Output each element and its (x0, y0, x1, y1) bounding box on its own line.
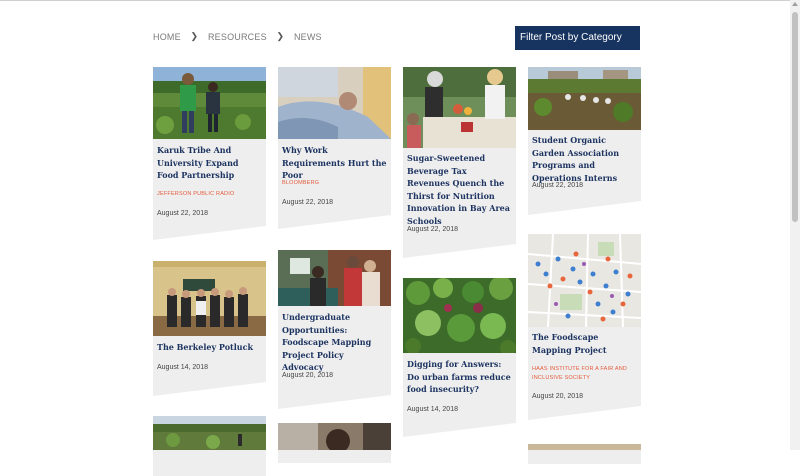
post-card[interactable] (153, 416, 266, 476)
post-card[interactable]: Student Organic Garden Association Progr… (528, 67, 641, 215)
post-card[interactable]: Why Work Requirements Hurt the Poor BLOO… (278, 67, 391, 229)
post-card[interactable]: The Berkeley Potluck August 14, 2018 (153, 261, 266, 396)
post-date: August 22, 2018 (407, 226, 458, 233)
post-title[interactable]: The Foodscape Mapping Project (532, 331, 637, 356)
post-date: August 14, 2018 (157, 364, 208, 371)
post-title[interactable]: Undergraduate Opportunities: Foodscape M… (282, 311, 387, 374)
chevron-right-icon: ❯ (276, 31, 285, 42)
post-image (278, 67, 391, 139)
post-source: JEFFERSON PUBLIC RADIO (157, 191, 235, 197)
post-date: August 22, 2018 (282, 199, 333, 206)
post-title[interactable]: Sugar-Sweetened Beverage Tax Revenues Qu… (407, 152, 512, 227)
breadcrumb: HOME ❯ RESOURCES ❯ NEWS (153, 31, 322, 42)
top-border (0, 0, 800, 1)
post-title[interactable]: Student Organic Garden Association Progr… (532, 134, 637, 184)
post-title[interactable]: Digging for Answers: Do urban farms redu… (407, 358, 512, 396)
post-title[interactable]: Karuk Tribe And University Expand Food P… (157, 144, 262, 182)
post-title[interactable]: The Berkeley Potluck (157, 341, 262, 354)
scrollbar-thumb[interactable] (792, 12, 798, 222)
post-title[interactable]: Why Work Requirements Hurt the Poor (282, 144, 387, 182)
post-image (153, 261, 266, 336)
post-card[interactable]: Digging for Answers: Do urban farms redu… (403, 278, 516, 437)
post-date: August 20, 2018 (532, 393, 583, 400)
breadcrumb-home[interactable]: HOME (153, 32, 181, 42)
post-image (528, 234, 641, 327)
post-image (153, 67, 266, 139)
post-image (278, 423, 391, 450)
post-card[interactable]: Sugar-Sweetened Beverage Tax Revenues Qu… (403, 67, 516, 258)
breadcrumb-news: NEWS (293, 31, 322, 42)
post-card[interactable]: The Foodscape Mapping Project HAAS INSTI… (528, 234, 641, 420)
post-card[interactable] (278, 423, 391, 463)
post-source: HAAS INSTITUTE FOR A FAIR AND INCLUSIVE … (532, 366, 628, 381)
post-card[interactable]: Undergraduate Opportunities: Foodscape M… (278, 250, 391, 409)
post-date: August 22, 2018 (157, 210, 208, 217)
post-image (528, 444, 641, 450)
breadcrumb-resources[interactable]: RESOURCES (208, 32, 267, 42)
chevron-right-icon: ❯ (190, 31, 199, 42)
scroll-up-icon[interactable] (792, 2, 798, 6)
post-image (403, 67, 516, 148)
post-card[interactable] (528, 444, 641, 464)
post-date: August 22, 2018 (532, 182, 583, 189)
post-source: BLOOMBERG (282, 180, 320, 186)
post-image (153, 416, 266, 450)
filter-category-button[interactable]: Filter Post by Category (515, 26, 640, 50)
post-image (278, 250, 391, 306)
post-image (403, 278, 516, 353)
post-date: August 14, 2018 (407, 406, 458, 413)
post-card[interactable]: Karuk Tribe And University Expand Food P… (153, 67, 266, 240)
post-image (528, 67, 641, 130)
post-date: August 20, 2018 (282, 372, 333, 379)
